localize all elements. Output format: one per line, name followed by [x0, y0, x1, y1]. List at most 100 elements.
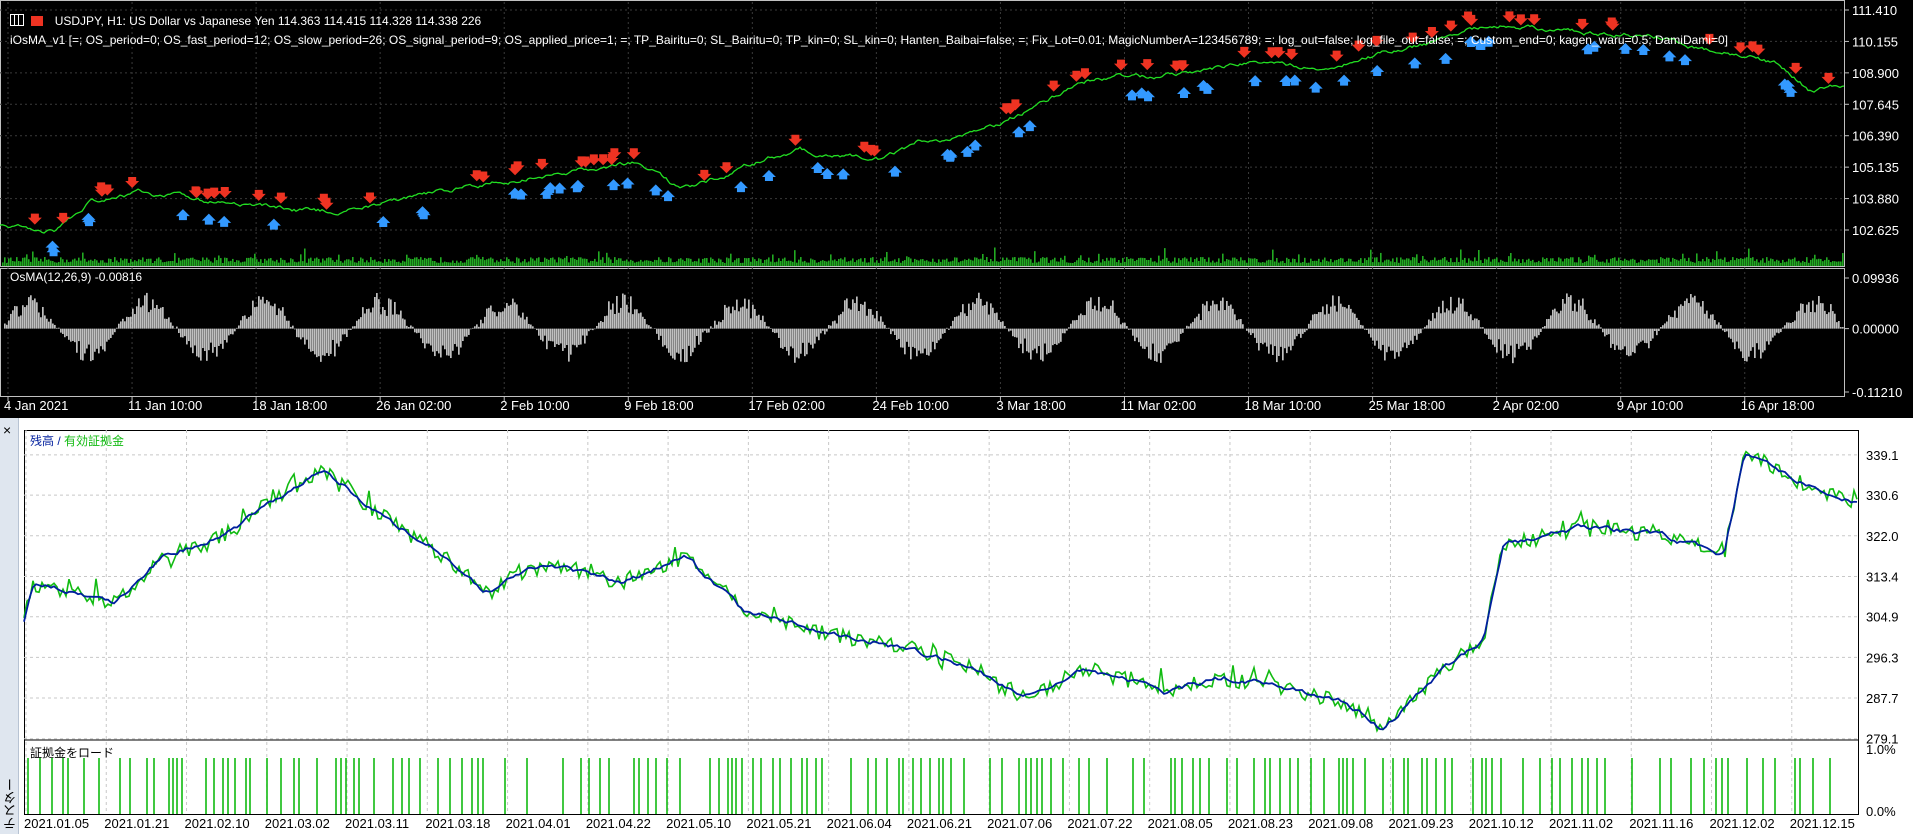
date-axis-label: 2021.03.02 — [265, 816, 330, 831]
volume-bar — [410, 258, 412, 266]
volume-bar — [1774, 261, 1776, 266]
osma-histogram-bar — [94, 328, 96, 352]
osma-histogram-bar — [90, 328, 92, 362]
osma-histogram-bar — [1746, 328, 1748, 362]
volume-bar — [476, 254, 478, 266]
osma-histogram-bar — [442, 328, 444, 346]
osma-histogram-bar — [1262, 328, 1264, 345]
tester-graph-canvas[interactable]: 339.1330.6322.0313.4304.9296.3287.7279.1… — [0, 418, 1913, 834]
volume-bar — [1008, 259, 1010, 266]
osma-histogram-bar — [1744, 328, 1746, 362]
osma-histogram-bar — [1704, 313, 1706, 329]
osma-histogram-bar — [130, 316, 132, 329]
volume-bar — [1006, 257, 1008, 266]
volume-bar — [1398, 262, 1400, 266]
volume-bar — [138, 259, 140, 266]
osma-histogram-bar — [326, 328, 328, 354]
volume-bar — [1678, 260, 1680, 266]
volume-bar — [1476, 260, 1478, 266]
osma-histogram-bar — [236, 327, 238, 329]
volume-bar — [652, 261, 654, 266]
osma-histogram-bar — [756, 315, 758, 329]
volume-bar — [1718, 259, 1720, 266]
osma-histogram-bar — [1536, 328, 1538, 338]
osma-histogram-bar — [900, 328, 902, 348]
osma-histogram-bar — [1686, 298, 1688, 329]
volume-bar — [250, 257, 252, 266]
osma-histogram-bar — [440, 328, 442, 358]
volume-bar — [1474, 257, 1476, 266]
volume-bar — [1276, 257, 1278, 266]
osma-histogram-bar — [184, 328, 186, 337]
price-line — [0, 24, 1845, 234]
volume-bar — [922, 259, 924, 266]
chart-type-icon[interactable] — [10, 14, 24, 26]
volume-bar — [364, 262, 366, 266]
volume-bar — [1564, 258, 1566, 266]
osma-histogram-bar — [396, 314, 398, 329]
osma-histogram-bar — [1312, 314, 1314, 329]
volume-bar — [738, 258, 740, 266]
price-chart-canvas[interactable]: 4 Jan 2021 11 Jan 10:00 18 Jan 18:00 26 Jan… — [0, 0, 1913, 418]
volume-bar — [632, 260, 634, 266]
volume-bar — [1540, 262, 1542, 266]
osma-histogram-bar — [1792, 322, 1794, 329]
time-axis-label: 11 Mar 02:00 — [1120, 398, 1196, 413]
volume-bar — [1480, 260, 1482, 266]
volume-bar — [1218, 258, 1220, 266]
osma-histogram-bar — [976, 298, 978, 329]
volume-bar — [1584, 261, 1586, 266]
osma-histogram-bar — [702, 328, 704, 333]
osma-histogram-bar — [758, 314, 760, 329]
osma-histogram-bar — [664, 328, 666, 346]
volume-bar — [1066, 262, 1068, 266]
osma-histogram-bar — [264, 303, 266, 329]
volume-bar — [388, 259, 390, 266]
volume-bar — [1478, 250, 1480, 266]
volume-bar — [392, 259, 394, 266]
volume-bar — [48, 259, 50, 266]
osma-histogram-bar — [1370, 328, 1372, 338]
volume-bar — [454, 262, 456, 266]
buy-arrow-icon — [82, 215, 97, 227]
volume-bar — [846, 261, 848, 266]
osma-histogram-bar — [292, 325, 294, 329]
osma-histogram-bar — [616, 295, 618, 329]
osma-histogram-bar — [1278, 328, 1280, 356]
price-chart[interactable]: 4 Jan 2021 11 Jan 10:00 18 Jan 18:00 26 Jan… — [0, 0, 1913, 418]
osma-histogram-bar — [1186, 325, 1188, 329]
osma-histogram-bar — [386, 315, 388, 329]
legend-equity: 有効証拠金 — [64, 434, 125, 448]
volume-bar — [532, 258, 534, 266]
osma-histogram-bar — [1794, 320, 1796, 329]
volume-bar — [1676, 259, 1678, 266]
osma-histogram-bar — [1332, 295, 1334, 329]
osma-histogram-bar — [1650, 328, 1652, 341]
osma-histogram-bar — [330, 328, 332, 354]
osma-histogram-bar — [1354, 313, 1356, 329]
osma-histogram-bar — [1104, 305, 1106, 329]
volume-bar — [316, 257, 318, 266]
osma-histogram-bar — [774, 328, 776, 334]
volume-bar — [346, 259, 348, 266]
osma-histogram-bar — [766, 326, 768, 329]
osma-histogram-bar — [1032, 328, 1034, 351]
osma-histogram-bar — [790, 328, 792, 347]
chart-flag-icon[interactable] — [31, 16, 44, 26]
osma-histogram-bar — [646, 324, 648, 329]
volume-bar — [526, 262, 528, 266]
osma-histogram-bar — [1112, 300, 1114, 329]
osma-histogram-bar — [418, 328, 420, 333]
buy-arrow-icon — [733, 181, 748, 193]
volume-bar — [1036, 262, 1038, 266]
osma-histogram-bar — [1208, 311, 1210, 329]
volume-bar — [1668, 257, 1670, 266]
volume-bar — [372, 260, 374, 266]
osma-histogram-bar — [316, 328, 318, 358]
volume-bar — [788, 260, 790, 266]
osma-histogram-bar — [1352, 312, 1354, 329]
osma-histogram-bar — [356, 320, 358, 329]
osma-histogram-bar — [630, 296, 632, 329]
osma-histogram-bar — [160, 307, 162, 329]
osma-histogram-bar — [906, 328, 908, 342]
